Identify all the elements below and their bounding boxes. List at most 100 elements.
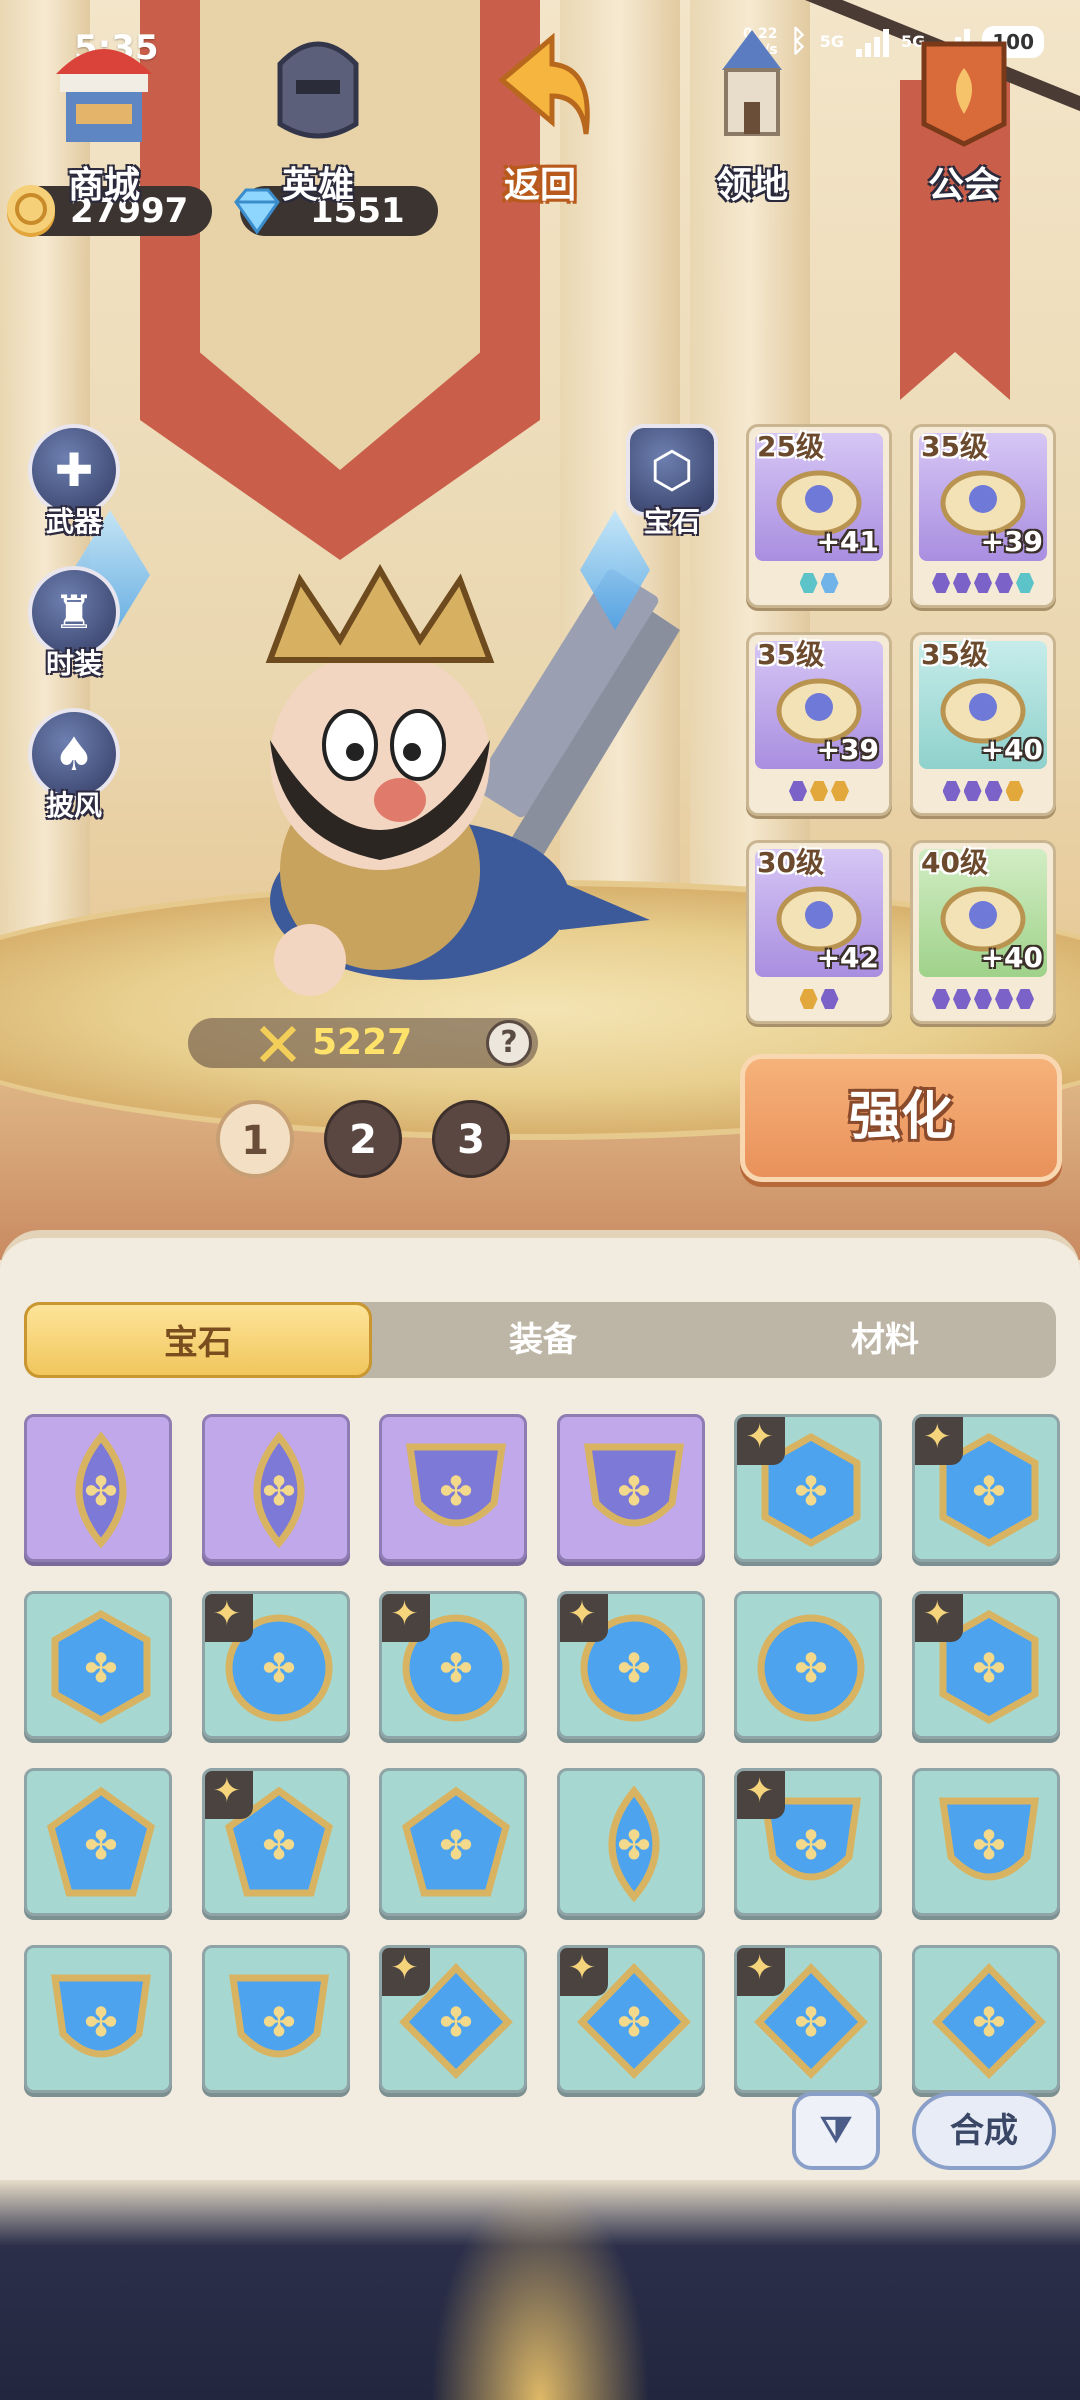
svg-text:✤: ✤ xyxy=(262,2000,296,2046)
tab-gems[interactable]: 宝石 xyxy=(24,1302,372,1378)
filter-sort-icon[interactable]: ⧩ xyxy=(792,2092,880,2170)
nav-heroes[interactable]: 英雄 xyxy=(238,10,398,210)
svg-text:✤: ✤ xyxy=(439,2000,473,2046)
gem-drop-icon: ✤ xyxy=(608,1785,660,1903)
crossed-swords-icon xyxy=(259,1025,297,1063)
equipment-level: 35级 xyxy=(921,430,988,463)
gem-item[interactable]: ✤ xyxy=(556,1768,705,1916)
gem-item[interactable]: ✤ xyxy=(912,1414,1060,1562)
gem-item[interactable]: ✤ xyxy=(912,1768,1060,1916)
gem-shield-icon: ✤ xyxy=(406,1443,507,1527)
equipment-slot-5[interactable]: 30级 +42 xyxy=(746,840,892,1024)
gem-sockets xyxy=(913,781,1053,801)
weapon-button[interactable]: ✚ 武器 xyxy=(24,424,124,544)
gem-item[interactable]: ✤ xyxy=(734,1768,883,1916)
equipment-slot-3[interactable]: 35级 +39 xyxy=(746,632,892,816)
equipment-slot-6[interactable]: 40级 +40 xyxy=(910,840,1056,1024)
gem-drop-icon: ✤ xyxy=(75,1431,127,1549)
star-badge-icon xyxy=(204,1771,253,1819)
shop-tent-icon xyxy=(56,49,152,142)
nav-shop[interactable]: 商城 xyxy=(24,10,184,210)
gem-socket-icon xyxy=(995,989,1013,1009)
equipment-bonus: +40 xyxy=(980,941,1043,974)
hero-helmet-icon xyxy=(277,41,359,139)
costume-button[interactable]: ♜ 时装 xyxy=(24,566,124,686)
svg-text:✤: ✤ xyxy=(795,1646,829,1692)
star-badge-icon xyxy=(737,1417,786,1465)
svg-text:✤: ✤ xyxy=(262,1823,296,1869)
gem-item[interactable]: ✤ xyxy=(556,1945,705,2093)
nav-back[interactable]: 返回 xyxy=(460,10,620,210)
gem-shield-icon: ✤ xyxy=(50,1974,152,2058)
gem-item[interactable]: ✤ xyxy=(734,1414,883,1562)
svg-text:✤: ✤ xyxy=(617,1646,651,1692)
svg-text:✤: ✤ xyxy=(795,1823,829,1869)
svg-text:✤: ✤ xyxy=(617,2000,651,2046)
gem-item[interactable]: ✤ xyxy=(201,1945,350,2093)
help-button[interactable]: ? xyxy=(486,1020,532,1066)
equipment-slot-1[interactable]: 25级 +41 xyxy=(746,424,892,608)
gem-item[interactable]: ✤ xyxy=(379,1414,528,1562)
merge-button[interactable]: 合成 xyxy=(912,2092,1056,2170)
svg-text:✤: ✤ xyxy=(439,1646,473,1692)
gem-socket-icon xyxy=(932,989,950,1009)
gem-socket-icon xyxy=(789,781,807,801)
gem-item[interactable]: ✤ xyxy=(556,1414,705,1562)
nav-territory[interactable]: 领地 xyxy=(672,10,832,210)
cape-label: 披风 xyxy=(45,789,102,822)
gem-socket-icon xyxy=(820,573,839,593)
equipment-bonus: +42 xyxy=(816,941,879,974)
svg-text:✤: ✤ xyxy=(617,1469,651,1515)
tab-materials[interactable]: 材料 xyxy=(714,1302,1056,1378)
gem-socket-icon xyxy=(953,989,971,1009)
weapon-label: 武器 xyxy=(45,505,102,538)
equipment-bonus: +39 xyxy=(980,525,1043,558)
gem-item[interactable]: ✤ xyxy=(24,1945,172,2093)
gem-item[interactable]: ✤ xyxy=(912,1945,1060,2093)
equipment-level: 35级 xyxy=(757,638,824,671)
gem-item[interactable]: ✤ xyxy=(379,1945,528,2093)
loadout-page-2[interactable]: 2 xyxy=(324,1100,402,1178)
svg-text:✤: ✤ xyxy=(972,1646,1006,1692)
combat-power-value: 5227 xyxy=(312,1022,413,1063)
gem-socket-icon xyxy=(942,781,961,801)
equipment-level: 35级 xyxy=(921,638,988,671)
tab-equipment[interactable]: 装备 xyxy=(372,1302,714,1378)
svg-text:✤: ✤ xyxy=(972,1823,1006,1869)
gem-item[interactable]: ✤ xyxy=(201,1768,350,1916)
gem-diamond-icon: ✤ xyxy=(932,1962,1046,2079)
loadout-page-1[interactable]: 1 xyxy=(216,1100,294,1178)
gem-sockets xyxy=(913,989,1053,1009)
gem-item[interactable]: ✤ xyxy=(24,1591,172,1739)
star-badge-icon xyxy=(915,1417,963,1465)
star-badge-icon xyxy=(382,1948,431,1996)
gem-shield-icon: ✤ xyxy=(938,1797,1040,1881)
nav-guild[interactable]: 公会 xyxy=(884,10,1044,210)
gem-socket-icon xyxy=(799,989,818,1009)
gem-pentagon-icon: ✤ xyxy=(46,1786,156,1897)
gem-item[interactable]: ✤ xyxy=(379,1768,528,1916)
loadout-page-3[interactable]: 3 xyxy=(432,1100,510,1178)
gem-item[interactable]: ✤ xyxy=(912,1591,1060,1739)
gem-item[interactable]: ✤ xyxy=(24,1414,172,1562)
gem-item[interactable]: ✤ xyxy=(201,1591,350,1739)
gem-item[interactable]: ✤ xyxy=(24,1768,172,1916)
cape-button[interactable]: ♠ 披风 xyxy=(24,708,124,828)
svg-text:✤: ✤ xyxy=(262,1469,296,1515)
equipment-slot-2[interactable]: 35级 +39 xyxy=(910,424,1056,608)
star-badge-icon xyxy=(737,1771,786,1819)
gem-item[interactable]: ✤ xyxy=(379,1591,528,1739)
star-badge-icon xyxy=(382,1594,431,1642)
gem-item[interactable]: ✤ xyxy=(734,1591,883,1739)
gem-item[interactable]: ✤ xyxy=(734,1945,883,2093)
upgrade-button[interactable]: 强化 xyxy=(740,1054,1062,1182)
gem-item[interactable]: ✤ xyxy=(556,1591,705,1739)
equipment-slot-4[interactable]: 35级 +40 xyxy=(910,632,1056,816)
gem-slot-button[interactable]: ⬡ 宝石 xyxy=(622,424,722,544)
gem-item[interactable]: ✤ xyxy=(201,1414,350,1562)
gem-pentagon-icon: ✤ xyxy=(402,1786,511,1897)
back-arrow-icon xyxy=(498,32,590,135)
svg-text:✤: ✤ xyxy=(795,2000,829,2046)
castle-tower-icon xyxy=(722,30,782,136)
svg-text:✤: ✤ xyxy=(262,1646,296,1692)
